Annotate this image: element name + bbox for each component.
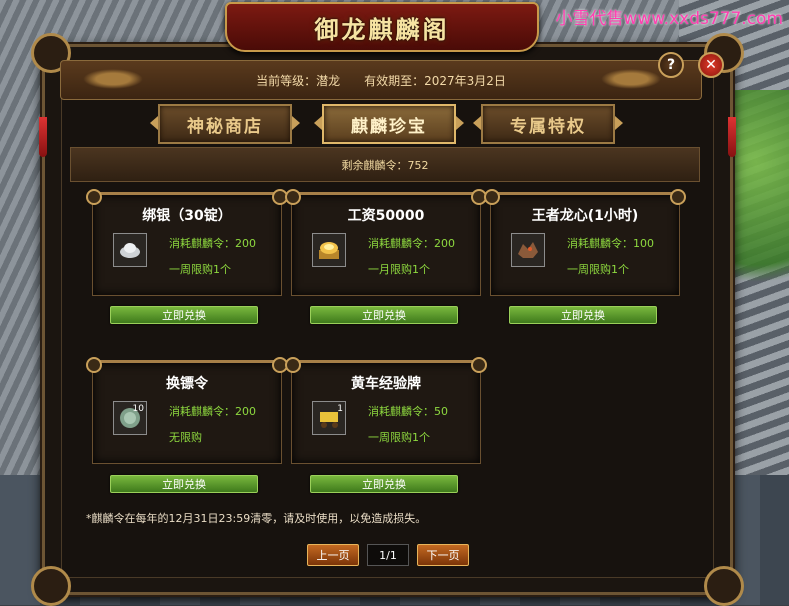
item-name: 工资50000 <box>347 208 425 224</box>
item-name: 黄车经验牌 <box>351 376 421 392</box>
silver-ingot-icon[interactable] <box>113 233 147 267</box>
header-ornament-icon <box>83 69 143 89</box>
exchange-button[interactable]: 立即兑换 <box>110 306 258 324</box>
prev-page-button[interactable]: 上一页 <box>307 544 359 566</box>
item-name: 绑银（30锭） <box>142 208 232 224</box>
item-name: 王者龙心(1小时) <box>531 208 639 224</box>
exchange-button[interactable]: 立即兑换 <box>310 306 458 324</box>
corner-ornament-icon <box>31 566 71 606</box>
item-cost: 消耗麒麟令：50 <box>368 405 448 418</box>
item-name: 换镖令 <box>166 376 208 392</box>
window-title: 御龙麒麟阁 <box>314 14 450 44</box>
page-indicator: 1/1 <box>367 544 409 566</box>
help-button[interactable]: ? <box>658 52 684 78</box>
watermark-text: 小雪代售www.xxds777.com <box>555 9 783 29</box>
item-quantity: 1 <box>337 404 343 414</box>
item-limit: 无限购 <box>169 431 202 444</box>
tab-exclusive-privilege[interactable]: 专属特权 <box>473 104 623 144</box>
dragon-heart-icon[interactable] <box>511 233 545 267</box>
item-card: 绑银（30锭） 消耗麒麟令：200 一周限购1个 <box>86 189 288 296</box>
item-cost: 消耗麒麟令：100 <box>567 237 654 250</box>
pagination: 上一页 1/1 下一页 <box>307 544 469 566</box>
tassel-icon <box>39 117 47 157</box>
yellow-cart-icon[interactable]: 1 <box>312 401 346 435</box>
exchange-button[interactable]: 立即兑换 <box>110 475 258 493</box>
item-limit: 一周限购1个 <box>169 263 231 276</box>
tab-qilin-treasure[interactable]: 麒麟珍宝 <box>314 104 464 144</box>
status-header: 当前等级：潜龙 有效期至：2027年3月2日 <box>60 60 702 100</box>
item-quantity: 10 <box>132 404 144 414</box>
reset-notice: *麒麟令在每年的12月31日23:59清零，请及时使用，以免造成损失。 <box>86 512 427 525</box>
corner-ornament-icon <box>704 566 744 606</box>
item-card: 黄车经验牌 1 消耗麒麟令：50 一周限购1个 <box>285 357 487 464</box>
balance-bar: 剩余麒麟令：752 <box>70 147 700 182</box>
background-tree <box>734 90 789 330</box>
close-button[interactable]: ✕ <box>698 52 724 78</box>
exchange-button[interactable]: 立即兑换 <box>509 306 657 324</box>
next-page-button[interactable]: 下一页 <box>417 544 469 566</box>
level-label: 当前等级：潜龙 <box>256 73 341 88</box>
expiry-label: 有效期至：2027年3月2日 <box>364 73 506 88</box>
exchange-button[interactable]: 立即兑换 <box>310 475 458 493</box>
gold-coins-icon[interactable] <box>312 233 346 267</box>
item-card: 换镖令 10 消耗麒麟令：200 无限购 <box>86 357 288 464</box>
item-limit: 一周限购1个 <box>567 263 629 276</box>
item-cost: 消耗麒麟令：200 <box>368 237 455 250</box>
header-ornament-icon <box>601 69 661 89</box>
balance-text: 剩余麒麟令：752 <box>341 158 429 172</box>
item-limit: 一周限购1个 <box>368 431 430 444</box>
item-cost: 消耗麒麟令：200 <box>169 237 256 250</box>
item-card: 王者龙心(1小时) 消耗麒麟令：100 一周限购1个 <box>484 189 686 296</box>
token-coin-icon[interactable]: 10 <box>113 401 147 435</box>
item-cost: 消耗麒麟令：200 <box>169 405 256 418</box>
tab-mystery-shop[interactable]: 神秘商店 <box>150 104 300 144</box>
title-plaque: 御龙麒麟阁 <box>225 2 539 52</box>
item-card: 工资50000 消耗麒麟令：200 一月限购1个 <box>285 189 487 296</box>
item-limit: 一月限购1个 <box>368 263 430 276</box>
tassel-icon <box>728 117 736 157</box>
